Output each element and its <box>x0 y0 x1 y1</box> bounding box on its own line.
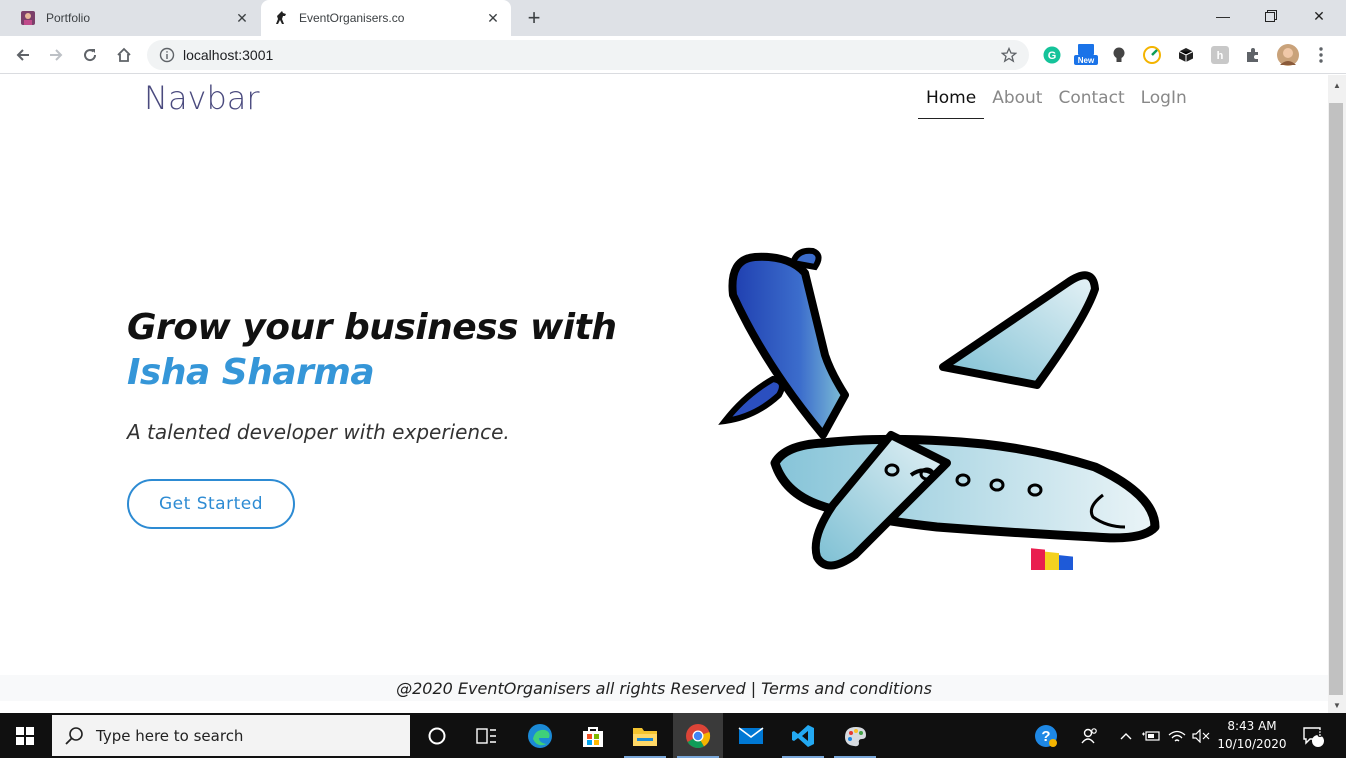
tab-strip: Portfolio ✕ EventOrganisers.co ✕ + — ✕ <box>0 0 1346 36</box>
tab-portfolio[interactable]: Portfolio ✕ <box>8 0 260 36</box>
close-window-button[interactable]: ✕ <box>1296 0 1342 32</box>
svg-text:G: G <box>1048 50 1057 62</box>
windows-taskbar: Type here to search ? 8:43 AM 10/10/2020… <box>0 713 1346 758</box>
edge-icon[interactable] <box>515 713 565 758</box>
taskbar-search-box[interactable]: Type here to search <box>52 715 410 756</box>
tab-title: Portfolio <box>46 11 91 25</box>
file-explorer-icon[interactable] <box>620 713 670 758</box>
grammarly-icon[interactable]: G <box>1042 45 1062 65</box>
horse-icon <box>273 10 289 26</box>
lightbulb-icon[interactable] <box>1109 45 1129 65</box>
forward-icon[interactable] <box>42 41 70 69</box>
vscode-icon[interactable] <box>778 713 828 758</box>
info-icon[interactable] <box>159 47 175 63</box>
portfolio-avatar-icon <box>20 10 36 26</box>
hero-title-prefix: Grow your business with <box>127 307 617 348</box>
notification-center-icon[interactable]: 3 <box>1296 713 1330 758</box>
close-icon[interactable]: ✕ <box>232 8 252 28</box>
chrome-icon[interactable] <box>673 713 723 758</box>
svg-text:h: h <box>1217 50 1224 62</box>
search-icon <box>64 726 84 746</box>
footer: @2020 EventOrganisers all rights Reserve… <box>0 675 1328 701</box>
new-badge-extension-icon[interactable]: New <box>1074 44 1098 65</box>
search-placeholder: Type here to search <box>96 726 244 745</box>
hero-subtitle: A talented developer with experience. <box>127 420 510 444</box>
bookmark-star-icon[interactable] <box>999 45 1019 65</box>
new-badge: New <box>1077 56 1095 65</box>
people-icon[interactable] <box>1074 713 1104 758</box>
chevron-up-icon[interactable] <box>1116 713 1136 758</box>
navbar-links: Home About Contact LogIn <box>918 87 1195 119</box>
minimize-button[interactable]: — <box>1200 0 1246 32</box>
system-clock[interactable]: 8:43 AM 10/10/2020 <box>1212 717 1292 753</box>
volume-muted-icon[interactable] <box>1190 713 1212 758</box>
new-tab-button[interactable]: + <box>522 5 546 30</box>
task-view-icon[interactable] <box>462 713 512 758</box>
profile-avatar-icon[interactable] <box>1276 43 1300 67</box>
home-icon[interactable] <box>110 41 138 69</box>
paint-icon[interactable] <box>830 713 880 758</box>
restore-button[interactable] <box>1248 0 1294 32</box>
nav-link-about[interactable]: About <box>984 87 1050 119</box>
store-icon[interactable] <box>568 713 618 758</box>
hero-title-accent: Isha Sharma <box>127 352 375 393</box>
scroll-up-icon[interactable]: ▲ <box>1331 79 1343 91</box>
nav-link-home[interactable]: Home <box>918 87 985 119</box>
reload-icon[interactable] <box>76 41 104 69</box>
box-icon[interactable] <box>1176 45 1196 65</box>
translate-icon[interactable]: h <box>1210 45 1230 65</box>
mail-icon[interactable] <box>726 713 776 758</box>
hero-title: Grow your business with Isha Sharma <box>127 305 667 395</box>
menu-kebab-icon[interactable] <box>1311 45 1331 65</box>
tab-title: EventOrganisers.co <box>299 11 405 25</box>
close-icon[interactable]: ✕ <box>483 8 503 28</box>
clock-date: 10/10/2020 <box>1217 737 1287 751</box>
scroll-thumb[interactable] <box>1329 103 1343 695</box>
battery-icon[interactable] <box>1140 713 1162 758</box>
back-icon[interactable] <box>9 41 37 69</box>
notification-count: 3 <box>1317 729 1323 740</box>
clock-time: 8:43 AM <box>1227 719 1277 733</box>
speedometer-icon[interactable] <box>1142 45 1162 65</box>
cortana-icon[interactable] <box>412 713 462 758</box>
scroll-down-icon[interactable]: ▼ <box>1331 699 1343 711</box>
url-text[interactable]: localhost:3001 <box>183 47 999 63</box>
get-started-button[interactable]: Get Started <box>127 479 295 529</box>
nav-link-login[interactable]: LogIn <box>1133 87 1195 119</box>
puzzle-icon[interactable] <box>1243 45 1263 65</box>
page-scrollbar[interactable]: ▲ ▼ <box>1328 75 1346 713</box>
address-bar[interactable]: localhost:3001 <box>147 40 1029 70</box>
tab-eventorganisers[interactable]: EventOrganisers.co ✕ <box>261 0 511 36</box>
wifi-icon[interactable] <box>1166 713 1188 758</box>
airplane-illustration <box>718 247 1160 570</box>
windows-start-icon[interactable] <box>0 713 50 758</box>
help-icon[interactable]: ? <box>1030 713 1062 758</box>
browser-toolbar: localhost:3001 G New h <box>0 36 1346 74</box>
navbar-brand[interactable]: Navbar <box>144 79 260 117</box>
web-page: Navbar Home About Contact LogIn Grow you… <box>0 75 1328 713</box>
nav-link-contact[interactable]: Contact <box>1050 87 1132 119</box>
